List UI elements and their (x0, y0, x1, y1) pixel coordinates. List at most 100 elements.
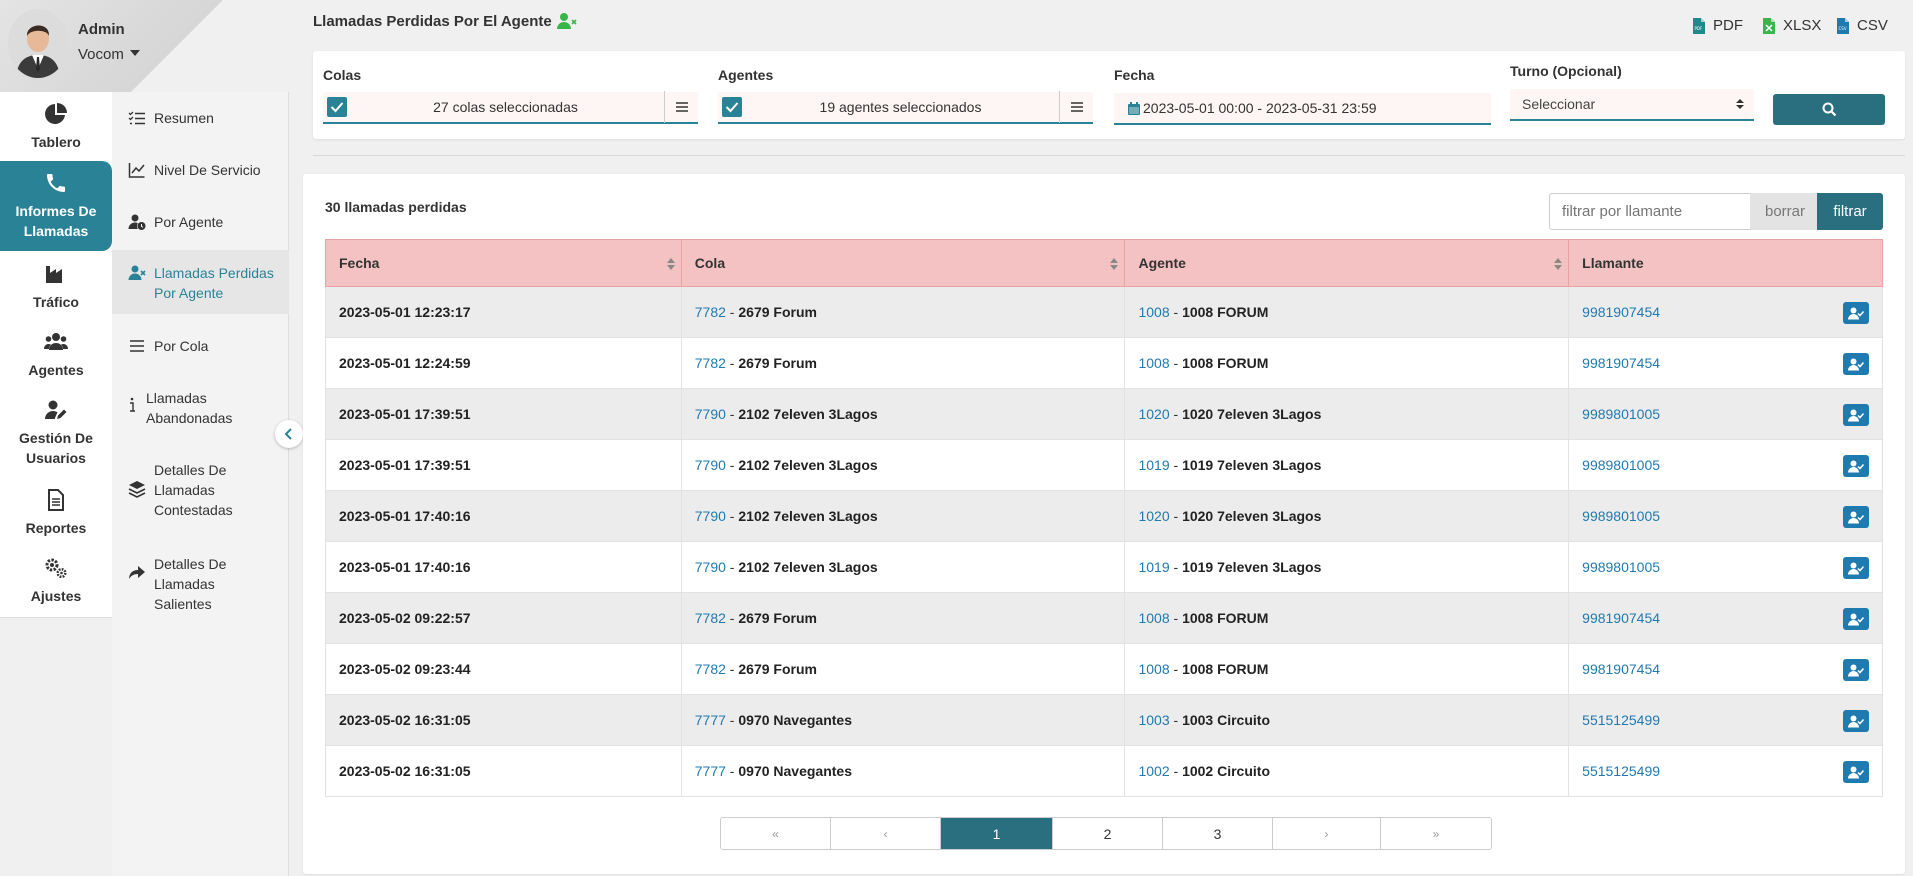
rail-item-trafico[interactable]: Tráfico (0, 260, 112, 320)
llamante-link[interactable]: 9981907454 (1582, 661, 1660, 677)
caller-detail-button[interactable] (1843, 506, 1869, 528)
caller-detail-button[interactable] (1843, 608, 1869, 630)
llamante-link[interactable]: 9981907454 (1582, 304, 1660, 320)
agente-link[interactable]: 1002 (1138, 763, 1169, 779)
turno-select[interactable]: Seleccionar (1510, 89, 1754, 121)
column-header-fecha[interactable]: Fecha (325, 239, 682, 287)
caller-detail-button[interactable] (1843, 761, 1869, 783)
rail-item-gestion-usuarios[interactable]: Gestión De Usuarios (0, 396, 112, 476)
colas-multiselect[interactable]: 27 colas seleccionadas (323, 91, 698, 124)
cola-link[interactable]: 7790 (695, 559, 726, 575)
subnav-item-salientes[interactable]: Detalles De Llamadas Salientes (112, 554, 289, 614)
caller-detail-button[interactable] (1843, 302, 1869, 324)
clear-filter-button[interactable]: borrar (1750, 193, 1820, 230)
page-last-button[interactable]: » (1381, 818, 1491, 849)
subnav-item-por-cola[interactable]: Por Cola (112, 336, 289, 356)
sort-icon[interactable] (666, 257, 675, 271)
page-first-button[interactable]: « (721, 818, 831, 849)
agente-link[interactable]: 1008 (1138, 355, 1169, 371)
subnav-item-por-agente[interactable]: Por Agente (112, 212, 289, 232)
cola-name: 2679 Forum (738, 304, 817, 320)
page-button-3[interactable]: 3 (1163, 818, 1273, 849)
llamante-link[interactable]: 9981907454 (1582, 610, 1660, 626)
table-row: 2023-05-01 12:24:59 7782 - 2679 Forum 1008… (325, 337, 1883, 389)
rail-item-ajustes[interactable]: Ajustes (0, 554, 112, 614)
page-prev-button[interactable]: ‹ (831, 818, 941, 849)
caller-detail-button[interactable] (1843, 455, 1869, 477)
llamante-link[interactable]: 9989801005 (1582, 457, 1660, 473)
cell-fecha: 2023-05-01 12:24:59 (325, 337, 682, 389)
cola-link[interactable]: 7790 (695, 457, 726, 473)
llamante-link[interactable]: 9981907454 (1582, 355, 1660, 371)
agente-name: 1008 FORUM (1182, 661, 1269, 677)
export-xlsx-button[interactable]: XLSX (1763, 17, 1821, 34)
caller-detail-button[interactable] (1843, 557, 1869, 579)
search-button[interactable] (1773, 94, 1885, 125)
subnav-item-resumen[interactable]: Resumen (112, 108, 289, 128)
caller-detail-button[interactable] (1843, 404, 1869, 426)
chevron-down-icon[interactable] (130, 50, 140, 56)
llamante-link[interactable]: 9989801005 (1582, 406, 1660, 422)
page-button-2[interactable]: 2 (1053, 818, 1163, 849)
pdf-file-icon: PDF (1693, 17, 1705, 34)
user-check-icon (1848, 562, 1864, 574)
caller-detail-button[interactable] (1843, 659, 1869, 681)
subnav-item-abandonadas[interactable]: Llamadas Abandonadas (112, 388, 289, 428)
rail-item-informes[interactable]: Informes De Llamadas (0, 161, 112, 251)
sort-icon[interactable] (1554, 257, 1563, 271)
user-edit-icon (45, 400, 67, 419)
cola-link[interactable]: 7790 (695, 508, 726, 524)
sort-icon[interactable] (1110, 257, 1119, 271)
checkbox-checked-icon[interactable] (722, 97, 742, 117)
agente-link[interactable]: 1008 (1138, 304, 1169, 320)
subnav-item-nivel-servicio[interactable]: Nivel De Servicio (112, 160, 289, 180)
user-profile[interactable]: Admin Vocom (0, 0, 226, 92)
rail-item-agentes[interactable]: Agentes (0, 328, 112, 388)
cola-link[interactable]: 7782 (695, 610, 726, 626)
share-icon (129, 566, 145, 579)
llamante-link[interactable]: 9989801005 (1582, 508, 1660, 524)
cell-llamante: 9989801005 (1568, 541, 1883, 593)
bars-icon[interactable] (1059, 91, 1093, 123)
profile-company[interactable]: Vocom (78, 46, 124, 63)
rail-item-reportes[interactable]: Reportes (0, 486, 112, 546)
column-header-cola[interactable]: Cola (680, 239, 1126, 287)
agentes-multiselect[interactable]: 19 agentes seleccionados (718, 91, 1093, 124)
caller-filter-input[interactable] (1549, 193, 1753, 230)
factory-icon (46, 266, 62, 283)
collapse-sidebar-button[interactable] (275, 420, 303, 448)
caller-detail-button[interactable] (1843, 710, 1869, 732)
checkbox-checked-icon[interactable] (327, 97, 347, 117)
agente-link[interactable]: 1008 (1138, 661, 1169, 677)
export-csv-button[interactable]: CSV CSV (1837, 17, 1888, 34)
cola-link[interactable]: 7782 (695, 661, 726, 677)
cola-link[interactable]: 7782 (695, 304, 726, 320)
page-button-1[interactable]: 1 (941, 818, 1053, 849)
agente-link[interactable]: 1019 (1138, 457, 1169, 473)
rail-item-tablero[interactable]: Tablero (0, 100, 112, 160)
apply-filter-button[interactable]: filtrar (1817, 193, 1883, 230)
subnav-item-llamadas-perdidas[interactable]: Llamadas Perdidas Por Agente (112, 250, 289, 314)
agente-link[interactable]: 1020 (1138, 406, 1169, 422)
llamante-link[interactable]: 5515125499 (1582, 712, 1660, 728)
caller-detail-button[interactable] (1843, 353, 1869, 375)
search-icon (1822, 102, 1836, 117)
subnav-item-contestadas[interactable]: Detalles De Llamadas Contestadas (112, 460, 289, 520)
cola-link[interactable]: 7790 (695, 406, 726, 422)
cola-link[interactable]: 7777 (695, 712, 726, 728)
cell-fecha: 2023-05-01 17:40:16 (325, 490, 682, 542)
cell-agente: 1008 - 1008 FORUM (1124, 286, 1570, 338)
cola-link[interactable]: 7782 (695, 355, 726, 371)
bars-icon[interactable] (664, 91, 698, 123)
column-header-agente[interactable]: Agente (1124, 239, 1570, 287)
llamante-link[interactable]: 9989801005 (1582, 559, 1660, 575)
page-next-button[interactable]: › (1273, 818, 1381, 849)
agente-link[interactable]: 1020 (1138, 508, 1169, 524)
agente-link[interactable]: 1008 (1138, 610, 1169, 626)
agente-link[interactable]: 1019 (1138, 559, 1169, 575)
agente-link[interactable]: 1003 (1138, 712, 1169, 728)
llamante-link[interactable]: 5515125499 (1582, 763, 1660, 779)
cola-link[interactable]: 7777 (695, 763, 726, 779)
date-range-input[interactable]: 2023-05-01 00:00 - 2023-05-31 23:59 (1114, 93, 1491, 125)
export-pdf-button[interactable]: PDF PDF (1693, 17, 1743, 34)
